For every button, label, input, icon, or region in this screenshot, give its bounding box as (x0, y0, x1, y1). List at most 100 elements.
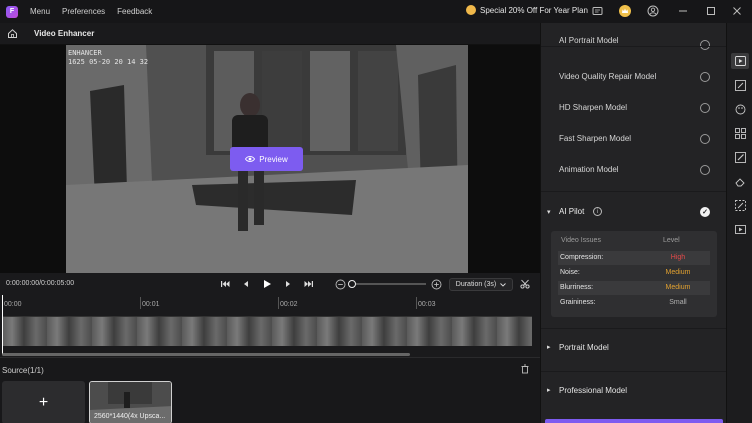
timeline[interactable]: 00:00 00:01 00:02 00:03 (0, 295, 540, 357)
ruler-tick (278, 297, 279, 309)
page-title: Video Enhancer (34, 29, 95, 38)
caret-down-icon[interactable]: ▾ (547, 208, 551, 216)
promo-banner[interactable]: Special 20% Off For Year Plan (466, 5, 588, 15)
plus-icon: + (38, 393, 49, 411)
col-header-issues: Video Issues (561, 237, 601, 244)
chevron-down-icon (500, 282, 507, 287)
timeline-scrollbar[interactable] (2, 353, 410, 356)
table-row: Graininess: Small (558, 296, 710, 310)
divider (541, 191, 727, 192)
eye-icon (245, 156, 256, 162)
sun-icon (466, 5, 476, 15)
close-icon[interactable] (731, 5, 743, 17)
grid-icon[interactable] (734, 127, 746, 139)
radio-button[interactable] (700, 165, 710, 175)
transport-bar: 0:00:00:00/0:00:05:00 Duration (3s) (0, 273, 540, 295)
section-label: Professional Model (559, 386, 628, 395)
checkmark-icon[interactable]: ✓ (700, 207, 710, 217)
scissors-icon[interactable] (519, 278, 531, 290)
model-label: AI Portrait Model (559, 36, 619, 45)
menu-menu[interactable]: Menu (30, 7, 50, 16)
radio-button[interactable] (700, 72, 710, 82)
source-label: Source(1/1) (2, 366, 44, 375)
col-header-level: Level (663, 237, 680, 244)
model-panel: AI Portrait Model Video Quality Repair M… (540, 23, 727, 423)
title-bar: F Menu Preferences Feedback Special 20% … (0, 0, 752, 23)
section-professional-model[interactable]: ▸ Professional Model (541, 371, 727, 409)
video-issues-table: Video Issues Level Compression: High Noi… (551, 231, 717, 317)
pen-icon[interactable] (734, 151, 746, 163)
ruler-label: 00:00 (4, 301, 22, 308)
model-label: Video Quality Repair Model (559, 72, 657, 81)
model-option-video-quality-repair[interactable]: Video Quality Repair Model (541, 62, 727, 92)
video-stamp-line1: ENHANCER (68, 49, 102, 57)
video-track-filmstrip[interactable] (2, 316, 532, 346)
promo-text: Special 20% Off For Year Plan (480, 5, 588, 15)
issue-name: Noise: (560, 269, 580, 276)
preview-label: Preview (259, 154, 288, 164)
issue-level: Small (669, 299, 687, 306)
playhead[interactable] (2, 295, 3, 355)
add-source-button[interactable]: + (2, 381, 85, 423)
section-portrait-model[interactable]: ▸ Portrait Model (541, 328, 727, 366)
eraser-icon[interactable] (734, 175, 746, 187)
home-icon[interactable] (6, 28, 18, 40)
radio-button[interactable] (700, 103, 710, 113)
table-row: Compression: High (558, 251, 710, 265)
account-icon[interactable] (647, 5, 659, 17)
ai-pilot-title[interactable]: AI Pilot (559, 207, 584, 216)
breadcrumb-bar: Video Enhancer (0, 23, 540, 45)
info-icon[interactable]: i (593, 207, 602, 216)
menu-feedback[interactable]: Feedback (117, 7, 152, 16)
model-option-animation[interactable]: Animation Model (541, 155, 727, 185)
issue-name: Compression: (560, 254, 604, 261)
caret-right-icon: ▸ (547, 387, 551, 394)
model-option-fast-sharpen[interactable]: Fast Sharpen Model (541, 124, 727, 154)
zoom-slider-handle[interactable] (348, 280, 356, 288)
crown-icon[interactable] (619, 5, 631, 17)
section-label: Portrait Model (559, 343, 609, 352)
ruler-tick (140, 297, 141, 309)
model-label: Animation Model (559, 165, 619, 174)
caret-right-icon: ▸ (547, 344, 551, 351)
video-enhancer-icon[interactable] (731, 53, 749, 69)
table-row: Noise: Medium (558, 266, 710, 280)
ruler-label: 00:02 (280, 301, 298, 308)
issue-level: High (670, 254, 686, 261)
duration-dropdown[interactable]: Duration (3s) (449, 278, 513, 291)
skip-start-icon[interactable] (219, 278, 231, 290)
issue-name: Graininess: (560, 299, 596, 306)
zoom-in-icon[interactable] (430, 278, 442, 290)
trash-icon[interactable] (520, 364, 530, 374)
message-icon[interactable] (591, 5, 603, 17)
radio-button[interactable] (700, 134, 710, 144)
color-palette-icon[interactable] (734, 103, 746, 115)
next-frame-icon[interactable] (282, 278, 294, 290)
skip-end-icon[interactable] (303, 278, 315, 290)
maximize-icon[interactable] (705, 5, 717, 17)
table-row: Blurriness: Medium (558, 281, 710, 295)
magic-select-icon[interactable] (734, 199, 746, 211)
video-timestamp: ENHANCER 1625 05-20 20 14 32 (68, 49, 148, 67)
minimize-icon[interactable] (677, 5, 689, 17)
ruler-label: 00:03 (418, 301, 436, 308)
source-thumbnail[interactable]: 2560*1440(4x Upsca... (89, 381, 172, 423)
zoom-slider-track[interactable] (352, 283, 426, 285)
export-video-icon[interactable] (734, 223, 746, 235)
preview-button[interactable]: Preview (230, 147, 303, 171)
prev-frame-icon[interactable] (240, 278, 252, 290)
menu-preferences[interactable]: Preferences (62, 7, 105, 16)
primary-action-button[interactable] (545, 419, 723, 423)
model-label: Fast Sharpen Model (559, 134, 632, 143)
model-label: HD Sharpen Model (559, 103, 628, 112)
model-option-hd-sharpen[interactable]: HD Sharpen Model (541, 93, 727, 123)
issue-level: Medium (665, 269, 691, 276)
zoom-out-icon[interactable] (334, 278, 346, 290)
app-logo: F (6, 5, 18, 18)
edit-frame-icon[interactable] (734, 79, 746, 91)
play-icon[interactable] (261, 278, 273, 290)
video-stamp-line2: 1625 05-20 20 14 32 (68, 58, 149, 66)
issue-level: Medium (665, 284, 691, 291)
radio-button[interactable] (700, 40, 710, 50)
ruler-label: 00:01 (142, 301, 160, 308)
